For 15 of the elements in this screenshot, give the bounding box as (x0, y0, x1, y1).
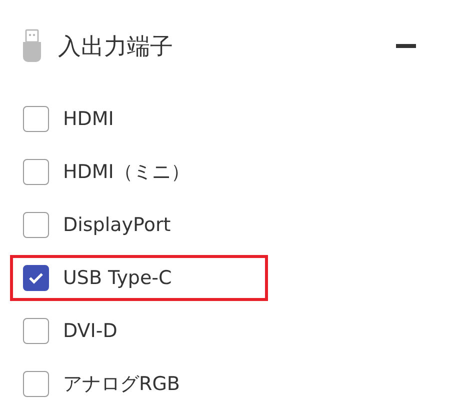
option-label[interactable]: USB Type-C (63, 267, 172, 289)
option-label[interactable]: DVI-D (63, 320, 118, 342)
usb-plug-icon (22, 29, 42, 63)
checkbox[interactable] (23, 159, 49, 185)
option-label[interactable]: アナログRGB (63, 371, 180, 397)
checkbox[interactable] (23, 265, 49, 291)
checkbox[interactable] (23, 318, 49, 344)
option-label[interactable]: HDMI (63, 108, 114, 130)
checkbox[interactable] (23, 106, 49, 132)
section-title: 入出力端子 (58, 32, 174, 62)
option-label[interactable]: DisplayPort (63, 214, 171, 236)
checkbox[interactable] (23, 212, 49, 238)
checkbox[interactable] (23, 371, 49, 397)
check-icon (28, 271, 44, 285)
option-label[interactable]: HDMI（ミニ） (63, 159, 190, 185)
